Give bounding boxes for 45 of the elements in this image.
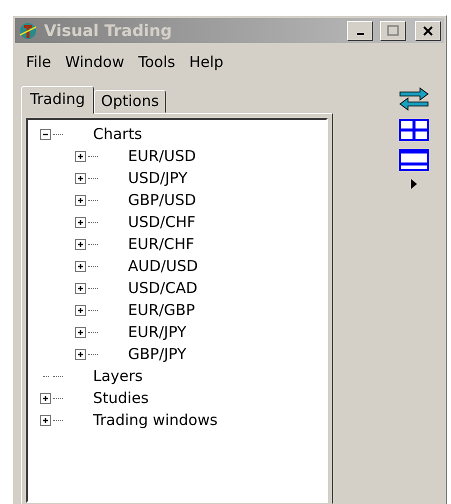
expand-icon[interactable] — [75, 260, 86, 272]
expand-icon[interactable] — [75, 238, 86, 250]
tree-item[interactable]: GBP/USD — [128, 191, 196, 209]
expand-icon[interactable] — [75, 326, 86, 338]
expand-icon[interactable] — [75, 172, 86, 184]
maximize-button[interactable] — [380, 20, 406, 40]
expand-icon[interactable] — [75, 150, 86, 162]
menu-item[interactable]: File — [19, 51, 58, 73]
minimize-icon — [356, 33, 364, 35]
expand-icon[interactable] — [40, 414, 51, 426]
tree-item[interactable]: USD/CAD — [128, 279, 198, 297]
expand-icon[interactable] — [75, 304, 86, 316]
expand-icon[interactable] — [75, 282, 86, 294]
tab[interactable]: Options — [94, 90, 166, 113]
tree-item[interactable]: USD/JPY — [128, 169, 188, 187]
split-layout-icon[interactable] — [398, 149, 428, 171]
expand-icon[interactable] — [75, 194, 86, 206]
swap-arrows-icon[interactable] — [398, 87, 430, 111]
tree-item[interactable]: Charts — [93, 125, 142, 143]
more-arrow-icon[interactable] — [410, 179, 418, 189]
tree-item[interactable]: Trading windows — [93, 411, 218, 429]
minimize-button[interactable] — [347, 20, 373, 40]
close-icon — [423, 26, 433, 36]
tab[interactable]: Trading — [21, 86, 94, 114]
menu-item[interactable]: Help — [182, 51, 230, 73]
tree-item[interactable]: EUR/JPY — [128, 323, 186, 341]
tree-item[interactable]: EUR/CHF — [128, 235, 194, 253]
tree-item[interactable]: AUD/USD — [128, 257, 198, 275]
expand-icon[interactable] — [75, 348, 86, 360]
grid-layout-icon[interactable] — [398, 119, 428, 141]
tree-item[interactable]: EUR/USD — [128, 147, 196, 165]
expand-icon[interactable] — [75, 216, 86, 228]
menu-item[interactable]: Window — [58, 51, 132, 73]
collapse-icon[interactable] — [40, 128, 51, 140]
menu-item[interactable]: Tools — [131, 51, 182, 73]
tree-item[interactable]: EUR/GBP — [128, 301, 195, 319]
maximize-icon — [387, 25, 399, 36]
window-title: Visual Trading — [44, 21, 173, 40]
close-button[interactable] — [415, 20, 441, 40]
tree-item[interactable]: GBP/JPY — [128, 345, 186, 363]
app-logo-icon — [18, 20, 38, 40]
expand-icon[interactable] — [40, 392, 51, 404]
tree-item[interactable]: Studies — [93, 389, 149, 407]
tree-item[interactable]: Layers — [93, 367, 143, 385]
tree-item[interactable]: USD/CHF — [128, 213, 196, 231]
